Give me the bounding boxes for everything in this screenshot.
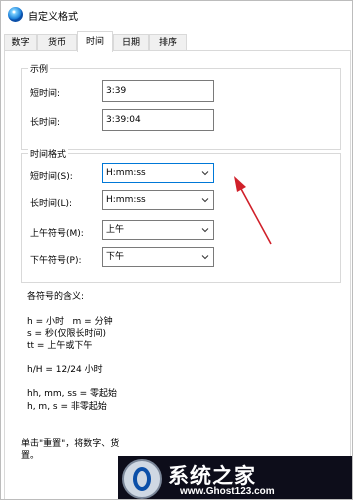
- tab-time[interactable]: 时间: [77, 31, 113, 52]
- watermark-url: www.Ghost123.com: [180, 486, 275, 497]
- custom-format-dialog: 自定义格式 数字 货币 时间 日期 排序 示例 短时间: 3:39 长时间: 3…: [0, 0, 353, 500]
- watermark-logo-icon: [122, 459, 162, 499]
- watermark-banner: 系统之家 www.Ghost123.com: [118, 456, 352, 499]
- annotation-arrow: [234, 176, 272, 245]
